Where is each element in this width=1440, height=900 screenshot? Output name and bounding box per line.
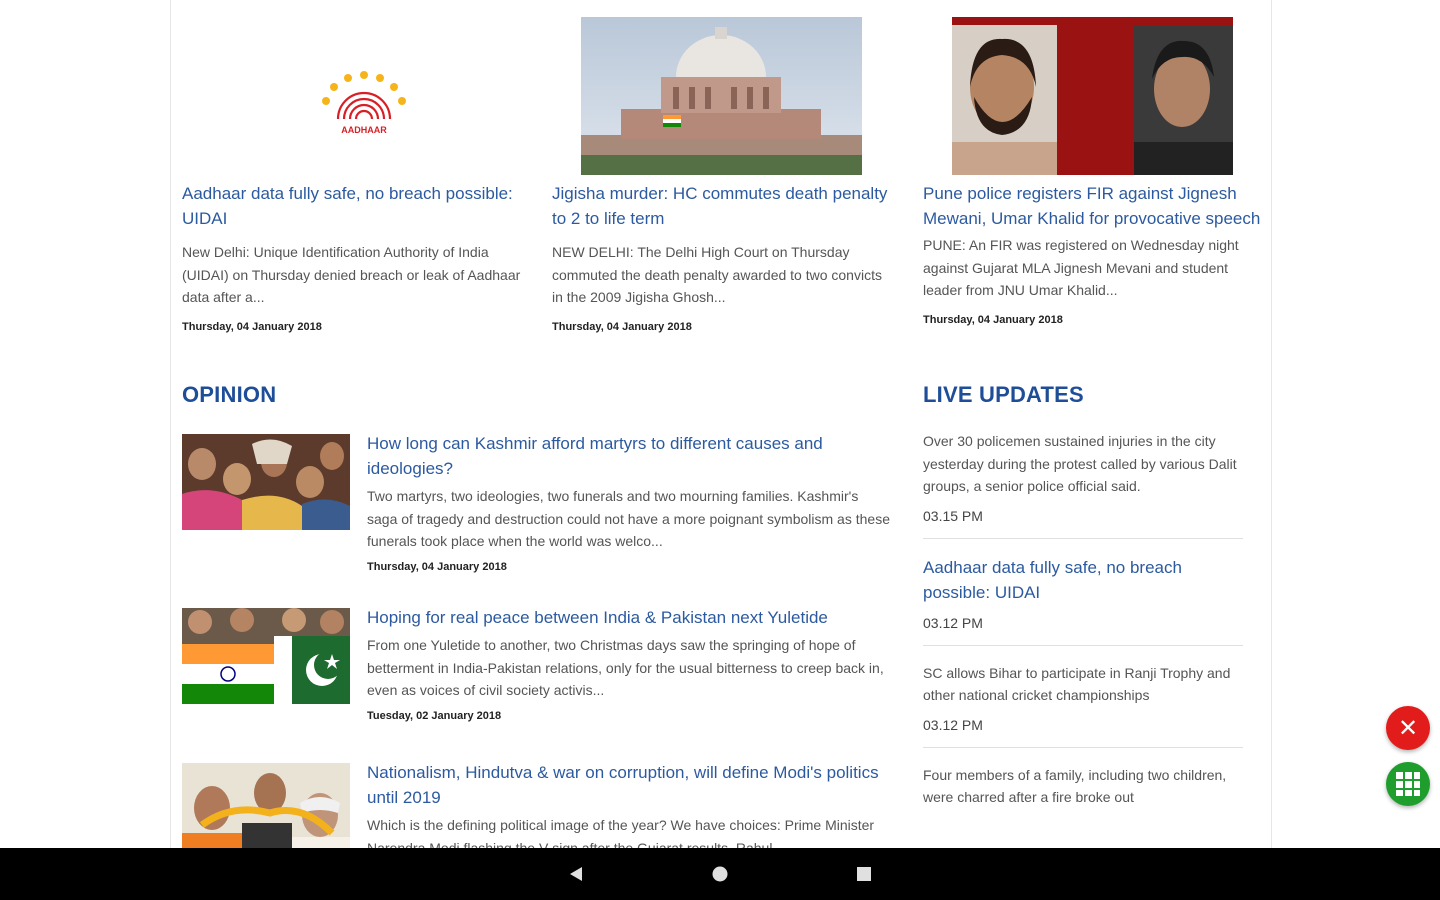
top-story-card-2[interactable]: Jigisha murder: HC commutes death penalt…: [552, 17, 892, 333]
close-fab-button[interactable]: ✕: [1386, 706, 1430, 750]
kashmir-mourners-thumb[interactable]: [182, 434, 350, 530]
top-story-card-1[interactable]: AADHAAR Aadhaar data fully safe, no brea…: [182, 17, 522, 333]
portraits-image: [952, 17, 1233, 175]
crowd-image: [182, 434, 350, 530]
live-update-text[interactable]: Over 30 policemen sustained injuries in …: [923, 430, 1243, 498]
aadhaar-logo-icon: AADHAAR: [322, 71, 406, 135]
top-story-headline[interactable]: Jigisha murder: HC commutes death penalt…: [552, 181, 892, 231]
live-update-item[interactable]: Over 30 policemen sustained injuries in …: [923, 430, 1243, 539]
top-story-card-3[interactable]: Pune police registers FIR against Jignes…: [923, 17, 1263, 326]
top-story-headline[interactable]: Pune police registers FIR against Jignes…: [923, 181, 1263, 231]
opinion-headline[interactable]: Hoping for real peace between India & Pa…: [367, 605, 892, 630]
modi-politics-thumb[interactable]: [182, 763, 350, 848]
recents-square-icon: [857, 867, 871, 881]
top-story-desc: New Delhi: Unique Identification Authori…: [182, 244, 521, 305]
live-update-item[interactable]: Aadhaar data fully safe, no breach possi…: [923, 555, 1243, 646]
politicians-image: [182, 763, 350, 848]
top-story-headline[interactable]: Aadhaar data fully safe, no breach possi…: [182, 181, 522, 231]
top-story-date: Thursday, 04 January 2018: [923, 313, 1063, 326]
home-circle-icon: [712, 866, 728, 882]
live-update-time: 03.15 PM: [923, 507, 983, 524]
back-button[interactable]: [564, 862, 588, 886]
flags-image: [182, 608, 350, 704]
opinion-desc: Two martyrs, two ideologies, two funeral…: [367, 488, 890, 549]
india-pakistan-thumb[interactable]: [182, 608, 350, 704]
opinion-headline[interactable]: How long can Kashmir afford martyrs to d…: [367, 431, 892, 481]
opinion-title: OPINION: [182, 382, 277, 407]
top-story-date: Thursday, 04 January 2018: [182, 320, 322, 333]
supreme-court-thumb[interactable]: [581, 17, 862, 175]
recents-button[interactable]: [852, 862, 876, 886]
live-update-time: 03.12 PM: [923, 614, 983, 631]
mewani-khalid-thumb[interactable]: [952, 17, 1233, 175]
opinion-date: Tuesday, 02 January 2018: [367, 709, 502, 722]
top-story-date: Thursday, 04 January 2018: [552, 320, 692, 333]
grid-icon: [1396, 772, 1420, 796]
live-update-text[interactable]: SC allows Bihar to participate in Ranji …: [923, 662, 1243, 707]
opinion-date: Thursday, 04 January 2018: [367, 560, 507, 573]
aadhaar-logo-thumb[interactable]: AADHAAR: [182, 17, 522, 175]
close-icon: ✕: [1397, 714, 1419, 742]
grid-fab-button[interactable]: [1386, 762, 1430, 806]
home-button[interactable]: [708, 862, 732, 886]
back-triangle-icon: [570, 867, 582, 881]
live-updates-title[interactable]: LIVE UPDATES: [923, 382, 1084, 408]
news-page: AADHAAR Aadhaar data fully safe, no brea…: [170, 0, 1272, 848]
live-update-item[interactable]: Four members of a family, including two …: [923, 764, 1243, 823]
supreme-court-image: [581, 17, 862, 175]
top-story-desc: NEW DELHI: The Delhi High Court on Thurs…: [552, 244, 882, 305]
svg-text:AADHAAR: AADHAAR: [341, 125, 387, 135]
live-updates-list: Over 30 policemen sustained injuries in …: [923, 430, 1243, 839]
opinion-desc: From one Yuletide to another, two Christ…: [367, 637, 884, 698]
live-update-item[interactable]: SC allows Bihar to participate in Ranji …: [923, 662, 1243, 748]
opinion-headline[interactable]: Nationalism, Hindutva & war on corruptio…: [367, 760, 892, 810]
live-update-time: 03.12 PM: [923, 716, 983, 733]
live-update-text[interactable]: Four members of a family, including two …: [923, 764, 1243, 809]
system-nav-bar: [0, 848, 1440, 900]
top-story-desc: PUNE: An FIR was registered on Wednesday…: [923, 237, 1239, 298]
live-update-link[interactable]: Aadhaar data fully safe, no breach possi…: [923, 555, 1243, 605]
opinion-desc: Which is the defining political image of…: [367, 817, 875, 848]
